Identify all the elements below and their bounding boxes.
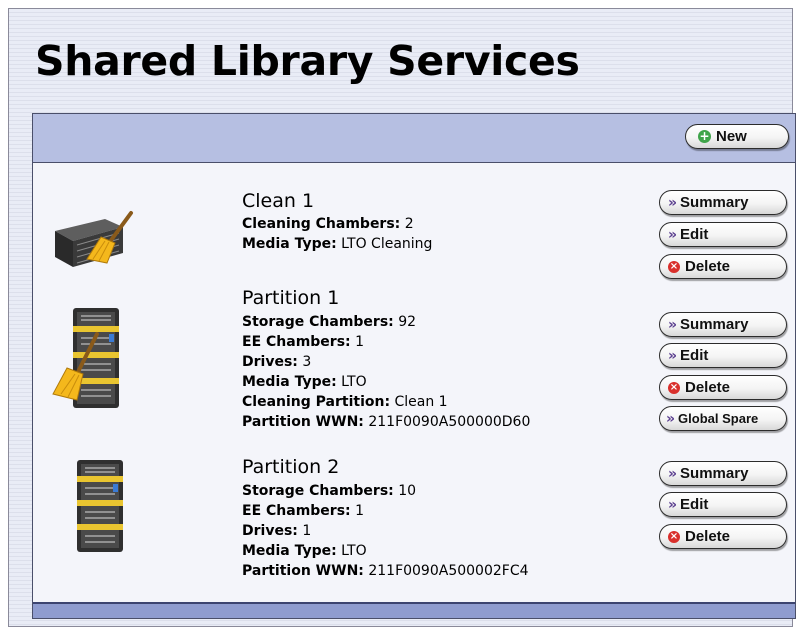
detail-value: 10: [398, 483, 417, 499]
detail-value: 1: [302, 523, 312, 539]
chevron-right-icon: »: [668, 316, 677, 333]
detail-value: Clean 1: [394, 394, 448, 410]
detail-row: Drives: 3: [242, 352, 530, 372]
detail-value: 2: [404, 216, 414, 232]
summary-button[interactable]: » Summary: [659, 461, 787, 486]
detail-value: 211F0090A500002FC4: [368, 563, 529, 579]
global-spare-button[interactable]: » Global Spare: [659, 406, 787, 431]
delete-x-icon: ×: [668, 530, 680, 543]
delete-button-label: Delete: [685, 379, 731, 396]
detail-label: EE Chambers:: [242, 503, 351, 519]
edit-button[interactable]: » Edit: [659, 343, 787, 368]
detail-value: 3: [302, 354, 312, 370]
detail-value: 92: [398, 314, 417, 330]
plus-icon: +: [698, 129, 711, 143]
detail-label: Cleaning Chambers:: [242, 216, 401, 232]
detail-label: Drives:: [242, 523, 298, 539]
panel-footer-bar: [33, 602, 795, 618]
detail-value: 1: [355, 334, 365, 350]
detail-row: Drives: 1: [242, 521, 529, 541]
edit-button[interactable]: » Edit: [659, 222, 787, 247]
edit-button[interactable]: » Edit: [659, 492, 787, 517]
detail-label: Media Type:: [242, 236, 337, 252]
detail-row: Media Type: LTO Cleaning: [242, 234, 432, 254]
detail-row: Storage Chambers: 10: [242, 481, 529, 501]
chevron-right-icon: »: [668, 194, 677, 211]
page-title: Shared Library Services: [35, 37, 580, 85]
delete-button[interactable]: × Delete: [659, 524, 787, 549]
edit-button-label: Edit: [680, 226, 709, 243]
detail-row: Partition WWN: 211F0090A500002FC4: [242, 561, 529, 581]
detail-row: Cleaning Partition: Clean 1: [242, 392, 530, 412]
detail-value: LTO Cleaning: [341, 236, 433, 252]
detail-row: Storage Chambers: 92: [242, 312, 530, 332]
detail-row: Cleaning Chambers: 2: [242, 214, 432, 234]
delete-button[interactable]: × Delete: [659, 254, 787, 279]
detail-label: Storage Chambers:: [242, 314, 394, 330]
chevron-right-icon: »: [668, 347, 677, 364]
delete-button-label: Delete: [685, 528, 731, 545]
detail-label: EE Chambers:: [242, 334, 351, 350]
partition-with-cleaning-icon: [51, 304, 131, 418]
delete-button-label: Delete: [685, 258, 731, 275]
detail-row: Media Type: LTO: [242, 541, 529, 561]
detail-value: LTO: [341, 374, 367, 390]
detail-row: EE Chambers: 1: [242, 332, 530, 352]
chevron-right-icon: »: [668, 465, 677, 482]
entry-title: Partition 1: [242, 287, 340, 309]
detail-value: LTO: [341, 543, 367, 559]
detail-row: Partition WWN: 211F0090A500000D60: [242, 412, 530, 432]
new-button[interactable]: + New: [685, 124, 789, 149]
global-spare-button-label: Global Spare: [678, 411, 759, 426]
detail-label: Drives:: [242, 354, 298, 370]
detail-label: Storage Chambers:: [242, 483, 394, 499]
summary-button-label: Summary: [680, 316, 749, 333]
detail-row: EE Chambers: 1: [242, 501, 529, 521]
detail-label: Cleaning Partition:: [242, 394, 391, 410]
summary-button[interactable]: » Summary: [659, 190, 787, 215]
edit-button-label: Edit: [680, 496, 709, 513]
detail-label: Partition WWN:: [242, 414, 364, 430]
delete-x-icon: ×: [668, 260, 680, 273]
detail-value: 1: [355, 503, 365, 519]
entry-details: Storage Chambers: 10 EE Chambers: 1 Driv…: [242, 481, 529, 581]
detail-label: Partition WWN:: [242, 563, 364, 579]
chevron-right-icon: »: [666, 410, 675, 427]
chevron-right-icon: »: [668, 496, 677, 513]
delete-button[interactable]: × Delete: [659, 375, 787, 400]
entry-details: Storage Chambers: 92 EE Chambers: 1 Driv…: [242, 312, 530, 432]
entry-title: Partition 2: [242, 456, 340, 478]
summary-button[interactable]: » Summary: [659, 312, 787, 337]
cleaning-library-icon: [53, 209, 137, 275]
detail-label: Media Type:: [242, 374, 337, 390]
panel-toolbar: + New: [33, 114, 795, 163]
detail-row: Media Type: LTO: [242, 372, 530, 392]
detail-label: Media Type:: [242, 543, 337, 559]
entry-details: Cleaning Chambers: 2 Media Type: LTO Cle…: [242, 214, 432, 254]
edit-button-label: Edit: [680, 347, 709, 364]
library-list-panel: + New Clean 1 Cleaning Chambers: 2 Media…: [32, 113, 796, 619]
detail-value: 211F0090A500000D60: [368, 414, 531, 430]
new-button-label: New: [716, 128, 747, 145]
chevron-right-icon: »: [668, 226, 677, 243]
entry-title: Clean 1: [242, 190, 315, 212]
delete-x-icon: ×: [668, 381, 680, 394]
summary-button-label: Summary: [680, 194, 749, 211]
summary-button-label: Summary: [680, 465, 749, 482]
partition-icon: [73, 458, 129, 558]
